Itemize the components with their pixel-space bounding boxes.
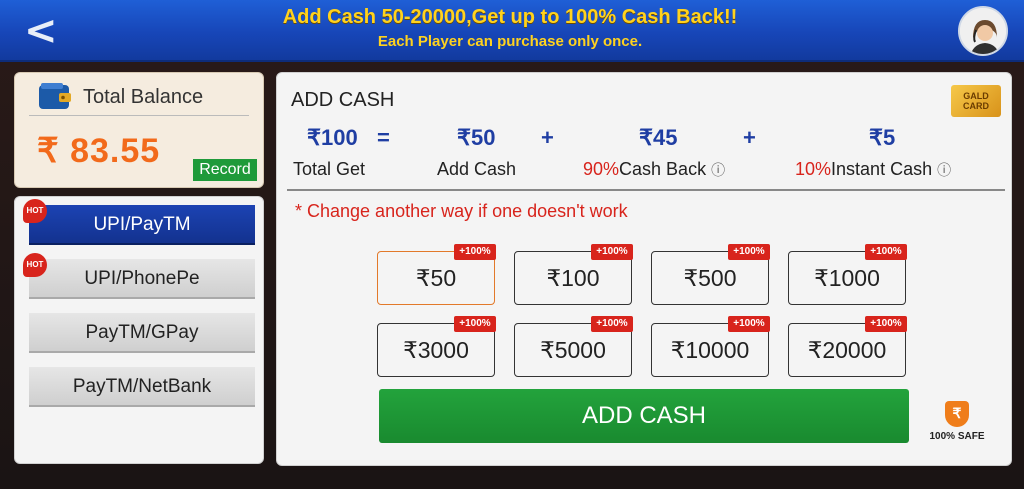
method-label: UPI/PhonePe bbox=[84, 268, 200, 289]
total-balance-label: Total Balance bbox=[83, 86, 204, 108]
add-cash-button[interactable]: ADD CASH bbox=[379, 389, 909, 443]
amount-button-1000[interactable]: ₹1000 +100% bbox=[788, 244, 907, 305]
amount-label: ₹5000 bbox=[540, 337, 606, 363]
user-avatar-icon[interactable] bbox=[958, 6, 1008, 56]
info-icon[interactable]: ⓘ bbox=[711, 162, 725, 178]
amount-button-10000[interactable]: ₹10000 +100% bbox=[651, 316, 770, 377]
balance-card: Total Balance ₹ 83.55 Record bbox=[14, 72, 264, 188]
instant-cash-value: ₹5 bbox=[869, 125, 896, 150]
amount-label: ₹20000 bbox=[807, 337, 887, 363]
calc-divider bbox=[287, 189, 1005, 191]
safe-label: 100% SAFE bbox=[929, 431, 985, 442]
total-get-label: Total Get bbox=[293, 159, 366, 179]
shield-icon: ₹ bbox=[945, 401, 969, 427]
method-label: UPI/PayTM bbox=[93, 214, 191, 235]
record-button[interactable]: Record bbox=[193, 159, 257, 181]
method-paytm-gpay[interactable]: PayTM/GPay bbox=[29, 313, 255, 353]
instant-percent: 10% bbox=[795, 159, 832, 179]
amount-button-500[interactable]: ₹500 +100% bbox=[651, 244, 770, 305]
bonus-tag: +100% bbox=[454, 316, 496, 332]
amount-label: ₹500 bbox=[683, 265, 737, 291]
add-cash-panel: ADD CASH GALD CARD ₹100 = ₹50 + ₹45 + ₹5… bbox=[276, 72, 1012, 466]
gold-card-icon[interactable]: GALD CARD bbox=[951, 85, 1001, 117]
bonus-tag: +100% bbox=[591, 316, 633, 332]
change-method-note: * Change another way if one doesn't work bbox=[295, 201, 628, 221]
method-label: PayTM/GPay bbox=[85, 322, 199, 343]
add-cash-title: ADD CASH bbox=[291, 89, 395, 111]
info-icon[interactable]: ⓘ bbox=[937, 162, 951, 178]
amount-button-50[interactable]: ₹50 +100% bbox=[377, 244, 496, 305]
safe-badge: ₹ 100% SAFE bbox=[927, 401, 987, 447]
promo-title: Add Cash 50-20000,Get up to 100% Cash Ba… bbox=[282, 6, 738, 28]
instant-text: Instant Cash bbox=[831, 159, 933, 179]
promo-subtitle: Each Player can purchase only once. bbox=[377, 33, 643, 50]
bonus-tag: +100% bbox=[591, 244, 633, 260]
top-banner: < Add Cash 50-20000,Get up to 100% Cash … bbox=[0, 0, 1024, 62]
amount-button-100[interactable]: ₹100 +100% bbox=[514, 244, 633, 305]
bonus-tag: +100% bbox=[865, 316, 907, 332]
method-upi-phonepe[interactable]: HOT UPI/PhonePe bbox=[23, 253, 255, 299]
amount-label: ₹100 bbox=[546, 265, 600, 291]
amount-button-20000[interactable]: ₹20000 +100% bbox=[788, 316, 907, 377]
method-upi-paytm[interactable]: HOT UPI/PayTM bbox=[23, 199, 255, 245]
bonus-tag: +100% bbox=[728, 244, 770, 260]
cashback-percent: 90% bbox=[583, 159, 620, 179]
wallet-icon bbox=[37, 81, 73, 111]
bonus-tag: +100% bbox=[865, 244, 907, 260]
bonus-tag: +100% bbox=[728, 316, 770, 332]
amount-label: ₹10000 bbox=[670, 337, 750, 363]
total-get-value: ₹100 bbox=[307, 125, 358, 150]
cashback-value: ₹45 bbox=[639, 125, 678, 150]
amount-label: ₹50 bbox=[415, 265, 457, 291]
method-paytm-netbank[interactable]: PayTM/NetBank bbox=[29, 367, 255, 407]
plus-sign: + bbox=[743, 125, 756, 150]
add-cash-value: ₹50 bbox=[457, 125, 496, 150]
amount-label: ₹1000 bbox=[814, 265, 880, 291]
hot-badge: HOT bbox=[23, 199, 47, 223]
bonus-tag: +100% bbox=[454, 244, 496, 260]
equals-sign: = bbox=[377, 125, 390, 150]
payment-methods-panel: HOT UPI/PayTM HOT UPI/PhonePe PayTM/GPay… bbox=[14, 196, 264, 464]
back-arrow-icon[interactable]: < bbox=[24, 11, 60, 52]
method-label: PayTM/NetBank bbox=[72, 376, 212, 397]
cashback-text: Cash Back bbox=[619, 159, 707, 179]
amount-button-3000[interactable]: ₹3000 +100% bbox=[377, 316, 496, 377]
amount-label: ₹3000 bbox=[403, 337, 469, 363]
instant-cash-label: 10%Instant Cash ⓘ bbox=[795, 159, 951, 180]
balance-amount: ₹ 83.55 bbox=[37, 132, 161, 170]
cashback-label: 90%Cash Back ⓘ bbox=[583, 159, 725, 180]
balance-divider bbox=[29, 115, 249, 116]
plus-sign: + bbox=[541, 125, 554, 150]
avatar-svg bbox=[960, 8, 1006, 54]
hot-badge: HOT bbox=[23, 253, 47, 277]
add-cash-label: Add Cash bbox=[437, 159, 517, 179]
amount-button-5000[interactable]: ₹5000 +100% bbox=[514, 316, 633, 377]
